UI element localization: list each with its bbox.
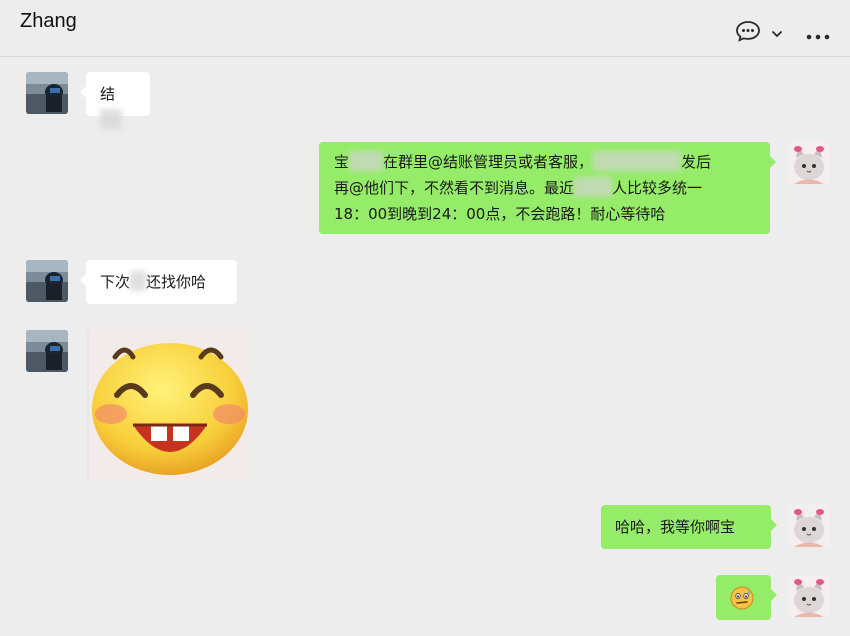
message-text: 结	[100, 85, 116, 103]
my-avatar[interactable]	[788, 575, 830, 617]
message-text: 发后	[681, 153, 712, 171]
message-line: 宝 在群里@结账管理员或者客服， 发后	[334, 149, 755, 175]
chevron-down-icon[interactable]	[771, 24, 783, 43]
message-text: 宝	[334, 153, 350, 171]
message-bubble-outgoing[interactable]: 宝 在群里@结账管理员或者客服， 发后 再@他们下，不然看不到消息。最近 人比较多统一…	[319, 142, 776, 234]
redacted-text	[574, 177, 613, 197]
message-bubble-incoming[interactable]: 下次 还找你哈	[80, 260, 237, 304]
chat-header: Zhang	[0, 0, 850, 57]
message-line: 18：00到晚到24：00点，不会跑路！耐心等待哈	[334, 201, 755, 227]
message-bubble-incoming[interactable]: 结	[80, 72, 150, 129]
message-text: 人比较多统一	[612, 179, 703, 197]
message-text: 下次	[100, 273, 131, 291]
contact-avatar[interactable]	[26, 72, 68, 114]
contact-avatar[interactable]	[26, 330, 68, 372]
my-avatar[interactable]	[788, 142, 830, 184]
message-text: 哈哈，我等你啊宝	[615, 518, 736, 536]
chat-bubble-icon[interactable]	[735, 20, 761, 46]
message-text: 还找你哈	[146, 273, 207, 291]
message-text: 18：00到晚到24：00点，不会跑路！耐心等待哈	[334, 205, 666, 223]
message-text: 在群里@结账管理员或者客服，	[383, 153, 594, 171]
awkward-smile-emoji	[729, 585, 755, 619]
message-text: 再@他们下，不然看不到消息。最近	[334, 179, 575, 197]
redacted-text	[349, 151, 384, 171]
contact-avatar[interactable]	[26, 260, 68, 302]
more-icon[interactable]	[805, 26, 831, 45]
my-avatar[interactable]	[788, 505, 830, 547]
chat-title: Zhang	[20, 10, 77, 32]
grinning-emoji-sticker[interactable]	[87, 329, 251, 480]
message-bubble-outgoing[interactable]: 哈哈，我等你啊宝	[601, 505, 777, 549]
message-bubble-outgoing[interactable]	[716, 575, 777, 620]
message-line: 再@他们下，不然看不到消息。最近 人比较多统一	[334, 175, 755, 201]
redacted-text	[130, 271, 147, 291]
redacted-text	[593, 151, 682, 171]
redacted-text	[100, 109, 122, 129]
